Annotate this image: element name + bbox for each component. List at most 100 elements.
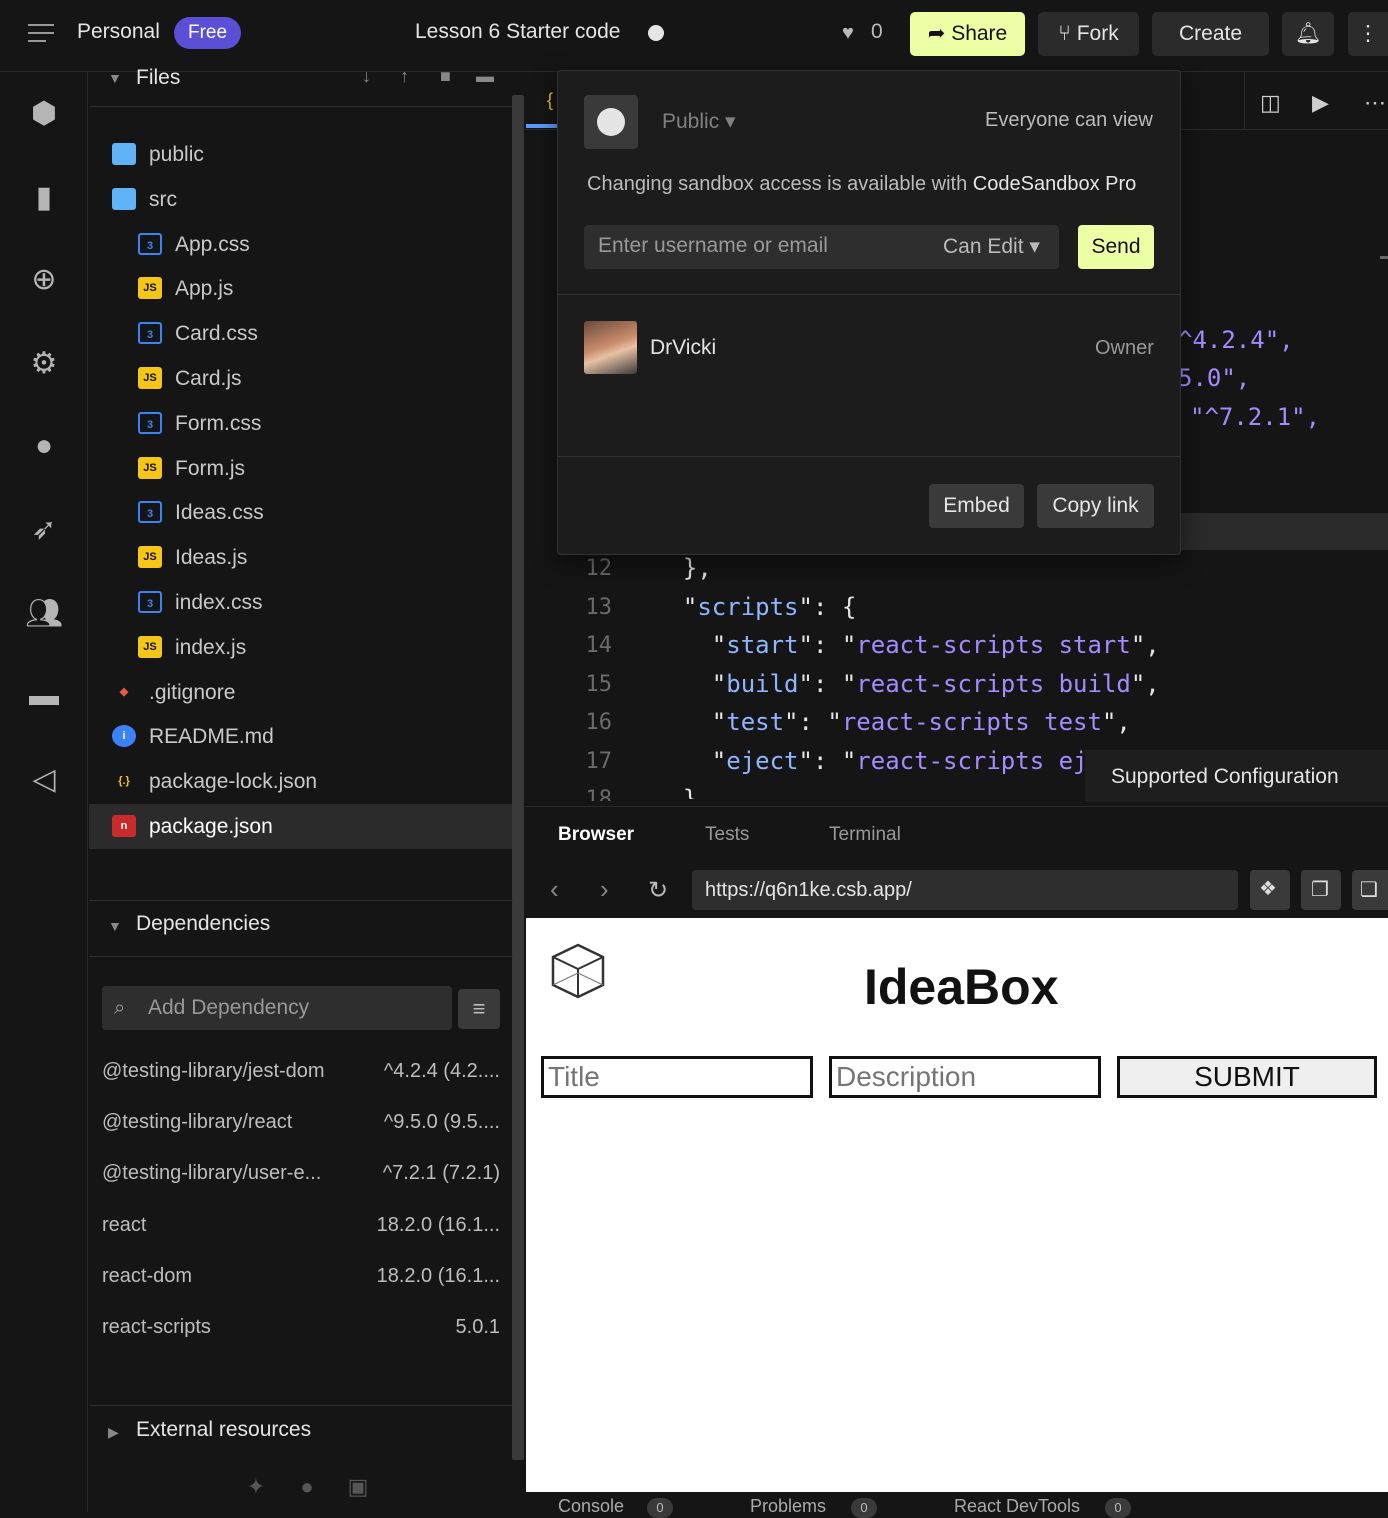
dependency-item[interactable]: @testing-library/jest-dom ^4.2.4 (4.2.... [102, 1060, 500, 1088]
code-line: "start": "react-scripts start", [654, 631, 1160, 659]
description-input[interactable]: Description [829, 1056, 1101, 1098]
submit-button[interactable]: SUBMIT [1117, 1056, 1377, 1098]
rocket-icon[interactable]: ➶ [22, 508, 66, 552]
copy-link-button[interactable]: Copy link [1037, 484, 1154, 528]
embed-button[interactable]: Embed [929, 484, 1024, 528]
dependency-name: @testing-library/react [102, 1111, 293, 1134]
console-tab[interactable]: Console [558, 1496, 624, 1517]
file-item[interactable]: JS App.js [89, 266, 513, 311]
devtools-button[interactable]: ❖ [1250, 870, 1290, 910]
twitter-icon[interactable]: ✦ [242, 1474, 270, 1502]
fork-button[interactable]: ⑂ Fork [1038, 12, 1139, 56]
back-icon[interactable]: ‹ [550, 874, 559, 905]
docker-icon[interactable]: ▬ [22, 674, 66, 718]
github-icon[interactable]: ● [22, 424, 66, 468]
more-horizontal-icon[interactable]: ⋯ [1364, 90, 1386, 116]
collapse-all-icon[interactable]: ▬ [476, 66, 494, 87]
notifications-button[interactable]: 🔔︎ [1282, 12, 1334, 56]
code-line: } [654, 785, 698, 799]
css-icon: 3 [138, 232, 162, 255]
file-item[interactable]: 3 Ideas.css [89, 490, 513, 535]
cube-icon[interactable]: ⬢ [22, 92, 66, 136]
tab-tests[interactable]: Tests [705, 824, 749, 846]
file-item[interactable]: src [89, 177, 513, 222]
gear-icon[interactable]: ⚙ [22, 342, 66, 386]
scrollbar[interactable] [512, 95, 524, 1460]
file-icon[interactable]: ▮ [22, 176, 66, 220]
new-tab-button[interactable]: ❏ [1352, 870, 1388, 910]
collapse-caret-icon[interactable]: ▼ [108, 918, 122, 934]
external-resources-header[interactable]: External resources [136, 1418, 311, 1442]
json-tab-icon[interactable]: { [547, 90, 553, 111]
plan-badge: Free [174, 17, 242, 49]
dependency-item[interactable]: react-dom 18.2.0 (16.1... [102, 1265, 500, 1293]
code-line: }, [654, 554, 712, 582]
share-button[interactable]: ➦ Share [910, 12, 1025, 56]
permission-select[interactable]: Can Edit ▾ [943, 234, 1040, 259]
dependency-item[interactable]: react 18.2.0 (16.1... [102, 1214, 500, 1242]
dependency-menu-button[interactable]: ≡ [458, 989, 500, 1029]
permission-value: Can Edit [943, 235, 1024, 258]
discord-icon[interactable]: ▣ [344, 1474, 372, 1502]
file-name: App.css [175, 232, 250, 256]
file-item[interactable]: 3 Card.css [89, 311, 513, 356]
github-icon[interactable]: ● [293, 1474, 321, 1502]
split-view-icon[interactable]: ◫ [1260, 90, 1281, 116]
file-name: Card.css [175, 322, 258, 346]
users-icon[interactable]: 👥︎ [22, 592, 66, 636]
line-number: 12 [585, 556, 613, 581]
dependency-item[interactable]: react-scripts 5.0.1 [102, 1316, 500, 1344]
file-item[interactable]: public [89, 132, 513, 177]
workspace-name[interactable]: Personal [77, 20, 160, 44]
dependency-version: ^4.2.4 (4.2.... [383, 1060, 500, 1082]
dependency-item[interactable]: @testing-library/user-e... ^7.2.1 (7.2.1) [102, 1162, 500, 1190]
sandbox-title[interactable]: Lesson 6 Starter code [415, 20, 620, 44]
chevron-down-icon: ▾ [719, 110, 736, 133]
heart-icon[interactable]: ♥ [842, 22, 854, 45]
new-file-icon[interactable]: ↓ [362, 66, 371, 87]
dependency-item[interactable]: @testing-library/react ^9.5.0 (9.5.... [102, 1111, 500, 1139]
expand-caret-icon[interactable]: ▶ [108, 1424, 119, 1441]
css-icon: 3 [138, 411, 162, 434]
active-tab-indicator [526, 124, 558, 128]
console-tab[interactable]: Problems [750, 1496, 826, 1517]
file-item[interactable]: 3 Form.css [89, 401, 513, 446]
file-item[interactable]: JS Ideas.js [89, 535, 513, 580]
chevron-down-icon: ▾ [1023, 235, 1040, 258]
box-logo-icon [551, 943, 605, 999]
tab-terminal[interactable]: Terminal [829, 824, 901, 846]
title-input[interactable]: Title [541, 1056, 813, 1098]
file-name: Form.js [175, 456, 245, 480]
file-name: index.css [175, 591, 263, 614]
copy-window-icon: ❐ [1311, 879, 1329, 901]
file-item[interactable]: 3 index.css [89, 580, 513, 625]
file-item[interactable]: 3 App.css [89, 222, 513, 267]
console-tab[interactable]: React DevTools [954, 1496, 1080, 1517]
file-item[interactable]: JS Form.js [89, 446, 513, 491]
forward-icon[interactable]: › [600, 874, 609, 905]
vscode-icon[interactable]: ◁ [22, 758, 66, 802]
file-name: README.md [149, 725, 274, 749]
file-item[interactable]: {.} package-lock.json [89, 759, 513, 804]
tab-browser[interactable]: Browser [558, 824, 634, 846]
supported-configuration-badge[interactable]: Supported Configuration [1085, 750, 1388, 802]
file-name: src [149, 187, 177, 211]
file-item[interactable]: i README.md [89, 714, 513, 759]
send-button[interactable]: Send [1078, 225, 1154, 269]
new-folder-icon[interactable]: ■ [440, 66, 451, 87]
file-item[interactable]: ◆ .gitignore [89, 670, 513, 715]
refresh-icon[interactable]: ↻ [648, 876, 668, 905]
file-item[interactable]: JS Card.js [89, 356, 513, 401]
collapse-caret-icon[interactable]: ▼ [108, 70, 122, 86]
more-menu-button[interactable]: ⋮ [1348, 12, 1388, 56]
dependencies-header[interactable]: Dependencies [136, 912, 270, 936]
hamburger-menu-icon[interactable] [28, 24, 54, 44]
upload-icon[interactable]: ↑ [400, 66, 409, 87]
create-button[interactable]: Create [1152, 12, 1269, 56]
open-new-window-button[interactable]: ❐ [1301, 870, 1341, 910]
file-item[interactable]: n package.json [89, 804, 513, 849]
preview-icon[interactable]: ▶ [1312, 90, 1329, 116]
folder-icon [112, 143, 136, 165]
search-icon[interactable]: ⊕ [22, 258, 66, 302]
file-item[interactable]: JS index.js [89, 625, 513, 670]
